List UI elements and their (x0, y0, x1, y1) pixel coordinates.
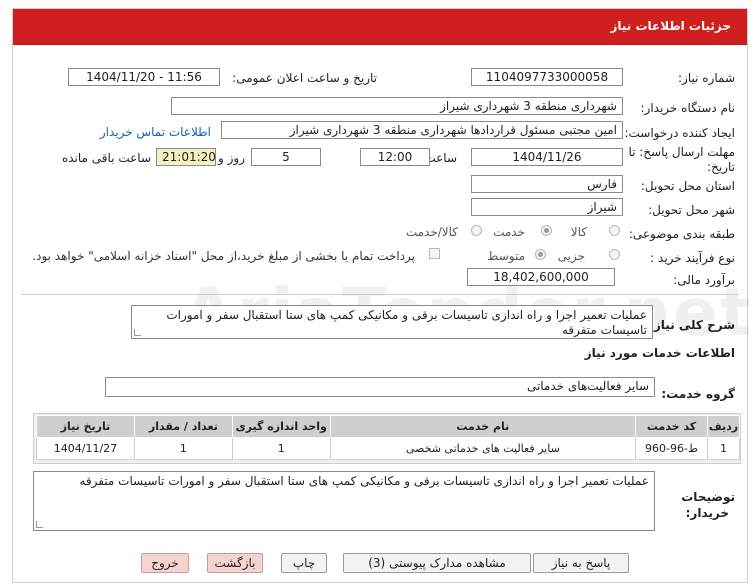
panel-header: جزئیات اطلاعات نیاز (13, 9, 747, 45)
announce-date-label: تاریخ و ساعت اعلان عمومی: (232, 71, 377, 85)
table-row: 1 ط-96-960 سایر فعالیت های خدماتی شخصی 1… (36, 437, 740, 460)
buyer-contact-link[interactable]: اطلاعات تماس خریدار (100, 125, 211, 139)
days-label: روز و (218, 151, 245, 165)
budget-field: 18,402,600,000 (467, 268, 615, 286)
col-date: تاریخ نیاز (36, 415, 135, 438)
view-documents-button[interactable]: مشاهده مدارک پیوستی (3) (343, 553, 531, 573)
details-panel: جزئیات اطلاعات نیاز AriaTender.net شماره… (12, 8, 751, 583)
process-radio-minor[interactable] (609, 249, 620, 260)
process-option-medium: متوسط (487, 249, 525, 263)
description-textarea[interactable]: عملیات تعمیر اجرا و راه اندازی تاسیسات ب… (131, 305, 653, 339)
cell-qty: 1 (133, 437, 233, 460)
category-radio-goods-service[interactable] (471, 225, 482, 236)
reply-button[interactable]: پاسخ به نیاز (533, 553, 629, 573)
province-label: استان محل تحویل: (640, 179, 735, 193)
category-label: طبقه بندی موضوعی: (628, 227, 735, 241)
cell-unit: 1 (231, 437, 331, 460)
resize-handle-icon[interactable] (134, 329, 141, 336)
col-unit: واحد اندازه گیری (231, 415, 331, 438)
buyer-notes-textarea[interactable]: عملیات تعمیر اجرا و راه اندازی تاسیسات ب… (33, 471, 655, 531)
creator-field: امین مجتبی مسئول قراردادها شهرداری منطقه… (221, 121, 623, 139)
service-group-label: گروه خدمت: (661, 387, 735, 401)
cell-date: 1404/11/27 (36, 437, 135, 460)
services-table-wrap: ردیف کد خدمت نام خدمت واحد اندازه گیری ت… (33, 413, 741, 464)
cell-row: 1 (707, 437, 740, 460)
need-number-label: شماره نیاز: (678, 71, 735, 85)
col-qty: تعداد / مقدار (133, 415, 233, 438)
budget-label: برآورد مالی: (673, 273, 735, 287)
city-field: شیراز (471, 198, 623, 216)
deadline-date-field: 1404/11/26 (471, 148, 623, 166)
remaining-time-label: ساعت باقی مانده (61, 151, 151, 165)
remaining-time-field: 21:01:20 (156, 148, 216, 166)
treasury-payment-note: پرداخت تمام یا بخشی از مبلغ خرید،از محل … (32, 249, 415, 263)
category-radio-service[interactable] (541, 225, 552, 236)
buyer-notes-label: توضیحات (681, 490, 735, 504)
city-label: شهر محل تحویل: (648, 203, 735, 217)
description-text: عملیات تعمیر اجرا و راه اندازی تاسیسات ب… (166, 308, 647, 337)
treasury-payment-checkbox[interactable] (429, 248, 440, 259)
table-header-row: ردیف کد خدمت نام خدمت واحد اندازه گیری ت… (36, 415, 740, 438)
category-radio-goods[interactable] (609, 225, 620, 236)
panel-title: جزئیات اطلاعات نیاز (610, 19, 731, 33)
cell-name: سایر فعالیت های خدماتی شخصی (329, 437, 637, 460)
days-field: 5 (251, 148, 321, 166)
col-code: کد خدمت (635, 415, 709, 438)
buyer-notes-text: عملیات تعمیر اجرا و راه اندازی تاسیسات ب… (79, 474, 649, 488)
col-row: ردیف (707, 415, 740, 438)
buyer-org-field: شهرداری منطقه 3 شهرداری شیراز (171, 97, 623, 115)
province-field: فارس (471, 175, 623, 193)
creator-label: ایجاد کننده درخواست: (624, 126, 735, 140)
category-option-service: خدمت (493, 225, 525, 239)
services-section-title: اطلاعات خدمات مورد نیاز (584, 346, 735, 360)
resize-handle-icon[interactable] (36, 521, 43, 528)
deadline-label: مهلت ارسال پاسخ: تا (628, 145, 735, 159)
process-option-minor: جزیی (557, 249, 585, 263)
buyer-notes-label-2: خریدار: (685, 506, 729, 520)
deadline-label-2: تاریخ: (707, 160, 735, 174)
cell-code: ط-96-960 (635, 437, 709, 460)
need-number-field: 1104097733000058 (471, 68, 623, 86)
process-label: نوع فرآیند خرید : (650, 251, 735, 265)
category-option-goods-service: کالا/خدمت (405, 225, 458, 239)
print-button[interactable]: چاپ (281, 553, 327, 573)
description-label: شرح کلی نیاز: (649, 318, 735, 332)
buyer-org-label: نام دستگاه خریدار: (640, 101, 736, 115)
deadline-time-field: 12:00 (360, 148, 430, 166)
back-button[interactable]: بازگشت (207, 553, 263, 573)
announce-date-field: 1404/11/20 - 11:56 (68, 68, 220, 86)
exit-button[interactable]: خروج (141, 553, 189, 573)
service-group-field: سایر فعالیت‌های خدماتی (105, 377, 655, 397)
divider (21, 294, 739, 295)
category-option-goods: کالا (570, 225, 587, 239)
process-radio-medium[interactable] (535, 249, 546, 260)
col-name: نام خدمت (329, 415, 637, 438)
services-table: ردیف کد خدمت نام خدمت واحد اندازه گیری ت… (36, 415, 740, 460)
